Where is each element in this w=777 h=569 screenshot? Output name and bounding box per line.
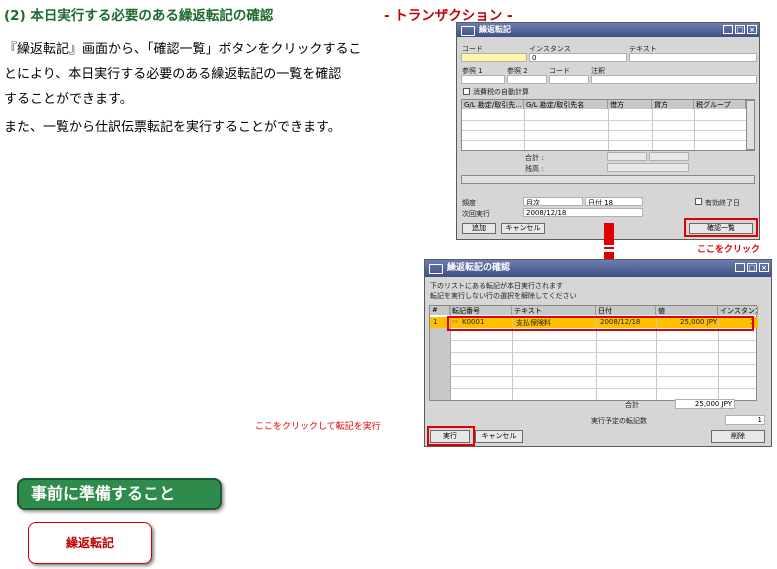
col-date: 日付 [596,306,656,315]
maximize-icon-2[interactable]: □ [747,263,757,272]
add-button[interactable]: 追加 [462,223,496,234]
total-label-2: 合計 [625,401,639,409]
row-highlight [447,316,754,331]
col-credit: 貸方 [652,100,694,109]
total-value-field: 25,000 JPY [675,399,735,409]
ref1-field[interactable] [461,75,505,84]
col-instance: インスタンス [718,306,758,315]
recurring-posting-window: 繰返転記 _ □ × コード インスタンス テキスト 0 参照 1 参照 2 コ… [456,22,760,240]
grid-horizontal-scrollbar[interactable] [461,175,755,184]
execute-highlight [427,426,475,446]
grid-vertical-scrollbar[interactable] [746,100,755,150]
window-icon [461,26,475,36]
cancel-button-2[interactable]: キャンセル [475,430,523,443]
col-num: # [430,306,450,315]
info-line-1: 下のリストにある転記が本日実行されます [430,282,563,290]
prep-recurring-tab[interactable]: 繰返転記 [28,522,152,564]
arrow-shaft [604,223,614,243]
confirm-list-highlight [684,218,758,237]
close-icon-2[interactable]: × [759,263,769,272]
count-value-field: 1 [725,415,765,425]
description-line-3: することができます。 [4,92,133,107]
delete-button[interactable]: 削除 [711,430,765,443]
section-subtitle: - トランザクション - [384,8,513,24]
count-label: 実行予定の転記数 [591,417,647,425]
valid-until-checkbox[interactable] [695,198,702,205]
window2-titlebar: 繰返転記の確認 _ □ × [425,260,771,277]
col-debit: 借方 [608,100,652,109]
description-line-1: 『繰返転記』画面から、「確認一覧」ボタンをクリックするこ [4,42,362,57]
col-posting-no: 転記番号 [450,306,512,315]
cancel-button[interactable]: キャンセル [501,223,545,234]
recurring-confirm-window: 繰返転記の確認 _ □ × 下のリストにある転記が本日実行されます 転記を実行し… [424,259,772,447]
next-exec-label: 次回実行 [462,210,490,218]
info-line-2: 転記を実行しない行の選択を解除してください [430,292,577,300]
row-header-column [430,328,450,400]
total-debit-field [607,152,647,161]
execute-callout: ここをクリックして転記を実行 [255,422,381,432]
next-exec-field[interactable]: 2008/12/18 [523,208,643,217]
memo-field[interactable] [591,75,757,84]
window2-icon [429,264,443,274]
close-icon[interactable]: × [747,25,757,34]
window-titlebar: 繰返転記 _ □ × [457,23,759,37]
col-gl-account: G/L 勘定/取引先... [462,100,524,109]
journal-grid[interactable]: G/L 勘定/取引先... G/L 勘定/取引先名 借方 貸方 税グループ [461,99,755,151]
window-title: 繰返転記 [479,25,511,34]
auto-calc-label: 消費税の自動計算 [473,88,529,96]
code-field[interactable] [461,53,527,62]
minimize-icon-2[interactable]: _ [735,263,745,272]
instance-field[interactable]: 0 [529,53,627,62]
prep-banner: 事前に準備すること [17,478,222,510]
text-field[interactable] [629,53,757,62]
description-line-4: また、一覧から仕訳伝票転記を実行することができます。 [4,120,341,135]
col-value: 値 [656,306,718,315]
frequency-select[interactable]: 月次 [523,197,583,206]
code2-field[interactable] [549,75,589,84]
day-select[interactable]: 日付 18 [585,197,643,206]
frequency-label: 頻度 [462,199,476,207]
total-label: 合計 : [525,154,544,162]
window2-title: 繰返転記の確認 [447,263,511,273]
maximize-icon[interactable]: □ [735,25,745,34]
col-gl-name: G/L 勘定/取引先名 [524,100,608,109]
minimize-icon[interactable]: _ [723,25,733,34]
description-line-2: とにより、本日実行する必要のある繰返転記の一覧を確認 [4,67,342,82]
click-here-callout: ここをクリック [697,245,761,255]
section-title: (2) 本日実行する必要のある繰返転記の確認 [4,8,274,24]
total-credit-field [649,152,689,161]
valid-until-label: 有効終了日 [705,199,740,207]
auto-calc-checkbox[interactable] [463,88,470,95]
col-tax-group: 税グループ [694,100,746,109]
balance-label: 残高 : [525,165,544,173]
row-num: 1 [433,318,438,326]
col-text: テキスト [512,306,596,315]
ref2-field[interactable] [507,75,547,84]
balance-field [607,163,689,172]
